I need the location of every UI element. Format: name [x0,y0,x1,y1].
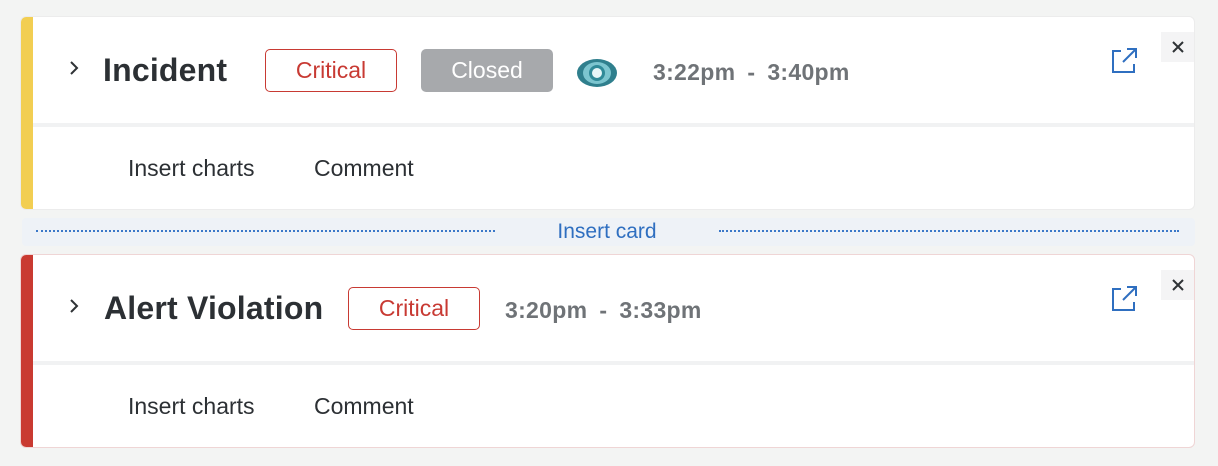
card-header: Alert Violation Critical 3:20pm -3:33pm [33,255,1194,365]
comment-button[interactable]: Comment [314,155,414,182]
divider [719,230,1179,232]
time-end: 3:33pm [619,297,702,323]
external-link-icon[interactable] [1109,46,1139,76]
severity-badge: Critical [348,287,480,330]
card-title: Incident [103,52,228,88]
insert-charts-button[interactable]: Insert charts [128,393,255,420]
incident-card: Incident Critical Closed 3:22pm -3:40pm I… [20,16,1195,210]
comment-button[interactable]: Comment [314,393,414,420]
time-start: 3:20pm [505,297,588,323]
divider [36,230,495,232]
insert-card-button[interactable]: Insert card [495,220,719,244]
close-icon[interactable] [1161,32,1194,62]
card-actions: Insert charts Comment [33,131,1194,209]
time-end: 3:40pm [767,59,850,85]
insert-card-row: Insert card [22,218,1195,246]
external-link-icon[interactable] [1109,284,1139,314]
severity-badge: Critical [265,49,397,92]
status-badge: Closed [421,49,553,92]
time-range: 3:20pm -3:33pm [505,297,702,324]
chevron-right-icon[interactable] [67,59,81,77]
close-icon[interactable] [1161,270,1194,300]
time-start: 3:22pm [653,59,736,85]
alert-violation-card: Alert Violation Critical 3:20pm -3:33pm I… [20,254,1195,448]
card-stripe [21,17,33,209]
time-separator: - [747,59,756,85]
card-title: Alert Violation [104,290,324,326]
time-separator: - [599,297,608,323]
eye-icon [576,57,618,89]
card-actions: Insert charts Comment [33,369,1194,447]
chevron-right-icon[interactable] [67,297,81,315]
card-stripe [21,255,33,447]
insert-charts-button[interactable]: Insert charts [128,155,255,182]
time-range: 3:22pm -3:40pm [653,59,850,86]
card-header: Incident Critical Closed 3:22pm -3:40pm [33,17,1194,127]
